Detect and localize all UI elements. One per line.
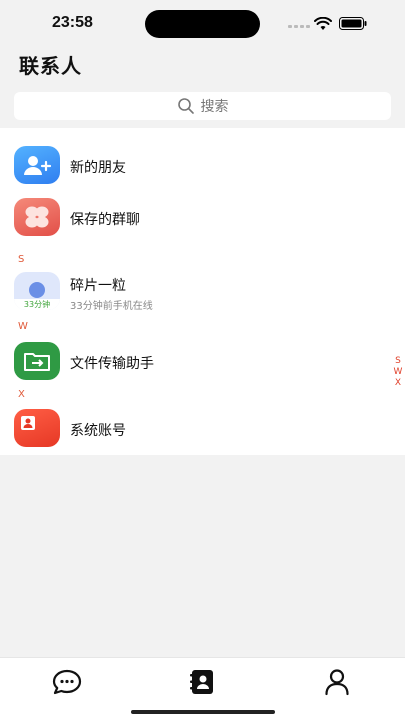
system-account-avatar <box>14 409 60 447</box>
signal-icon <box>288 25 310 29</box>
group-chat-icon <box>25 206 49 228</box>
contact-name: 碎片一粒 <box>70 278 126 294</box>
status-time: 23:58 <box>52 14 93 31</box>
contact-name: 文件传输助手 <box>70 356 154 372</box>
contact-name: 系统账号 <box>70 423 126 439</box>
tab-contacts[interactable] <box>187 668 217 696</box>
section-header-s: S <box>18 254 25 265</box>
index-letter-w[interactable]: W <box>394 367 403 378</box>
home-indicator <box>131 710 275 714</box>
contact-list: 新的朋友 保存的群聊 S 33分钟 碎片一粒 33分钟前手机在线 W 文件传输助… <box>0 128 405 455</box>
file-transfer-avatar <box>14 342 60 380</box>
search-bar[interactable]: 搜索 <box>14 92 391 120</box>
contact-row-file-transfer[interactable]: 文件传输助手 <box>0 333 405 387</box>
system-account-icon <box>21 416 35 430</box>
battery-icon <box>339 17 367 30</box>
tab-me[interactable] <box>322 668 352 696</box>
saved-groups-row[interactable]: 保存的群聊 <box>0 190 405 244</box>
alphabet-index[interactable]: S W X <box>392 356 404 389</box>
status-bar: 23:58 <box>0 0 405 48</box>
section-header-w: W <box>18 321 28 332</box>
contact-row-suipian[interactable]: 33分钟 碎片一粒 33分钟前手机在线 <box>0 266 405 320</box>
saved-groups-avatar <box>14 198 60 236</box>
folder-transfer-icon <box>24 353 50 371</box>
index-letter-x[interactable]: X <box>395 378 401 389</box>
new-friends-avatar <box>14 146 60 184</box>
contact-online-status: 33分钟前手机在线 <box>70 301 153 312</box>
contacts-book-icon <box>190 670 213 694</box>
person-icon <box>325 669 349 696</box>
new-friends-row[interactable]: 新的朋友 <box>0 138 405 192</box>
new-friends-label: 新的朋友 <box>70 160 126 176</box>
wifi-icon <box>314 17 332 30</box>
dynamic-island <box>145 10 260 38</box>
index-letter-s[interactable]: S <box>395 356 401 367</box>
contact-avatar: 33分钟 <box>14 272 60 310</box>
add-friend-icon <box>24 156 52 175</box>
section-header-x: X <box>18 389 25 400</box>
search-icon <box>177 98 194 114</box>
saved-groups-label: 保存的群聊 <box>70 212 140 228</box>
online-time-badge: 33分钟 <box>14 299 60 310</box>
tab-chats[interactable] <box>52 668 82 696</box>
page-title: 联系人 <box>19 54 82 78</box>
chat-bubble-icon <box>52 669 82 695</box>
contact-row-system-account[interactable]: 系统账号 <box>0 401 405 455</box>
search-placeholder: 搜索 <box>200 99 229 115</box>
